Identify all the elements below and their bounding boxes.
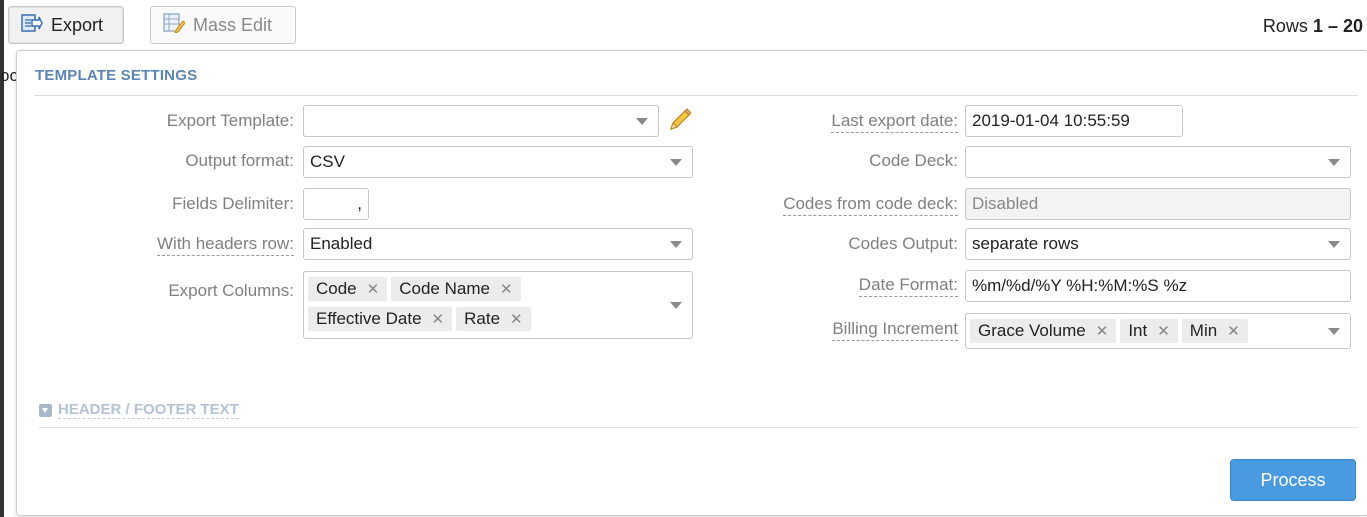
tag-label: Rate: [464, 309, 501, 328]
export-template-label: Export Template:: [166, 111, 294, 130]
code-deck-select[interactable]: [965, 146, 1351, 178]
mass-edit-button[interactable]: Mass Edit: [150, 6, 296, 44]
fields-delimiter-input[interactable]: ,: [303, 188, 369, 220]
remove-tag-icon[interactable]: ✕: [432, 310, 445, 328]
expand-icon: [39, 403, 52, 417]
export-columns-label: Export Columns:: [168, 281, 294, 300]
template-settings-title: TEMPLATE SETTINGS: [35, 67, 198, 84]
tag-int: Int ✕: [1120, 319, 1178, 343]
tag-label: Code Name: [399, 279, 490, 298]
remove-tag-icon[interactable]: ✕: [510, 310, 523, 328]
with-headers-row-value: Enabled: [310, 234, 373, 253]
with-headers-row-select[interactable]: Enabled: [303, 228, 693, 260]
header-footer-toggle[interactable]: HEADER / FOOTER TEXT: [39, 401, 239, 419]
cutoff-text: oc: [0, 66, 16, 85]
chevron-down-icon: [1328, 159, 1340, 166]
billing-increment-multiselect[interactable]: Grace Volume ✕ Int ✕ Min ✕: [965, 313, 1351, 349]
export-template-select[interactable]: [303, 105, 659, 137]
date-format-input[interactable]: %m/%d/%Y %H:%M:%S %z: [965, 270, 1351, 302]
last-export-date-value: 2019-01-04 10:55:59: [972, 111, 1130, 130]
chevron-down-icon: [636, 118, 648, 125]
date-format-label: Date Format:: [858, 275, 958, 297]
process-button[interactable]: Process: [1230, 459, 1356, 501]
export-button[interactable]: Export: [8, 6, 124, 44]
billing-increment-label: Billing Increment: [832, 319, 958, 341]
tag-grace-volume: Grace Volume ✕: [970, 319, 1117, 343]
chevron-down-icon: [670, 302, 682, 309]
export-columns-multiselect[interactable]: Code ✕ Code Name ✕ Effective Date ✕ Rate ✕: [303, 271, 693, 339]
output-format-select[interactable]: CSV: [303, 146, 693, 178]
tag-label: Grace Volume: [978, 321, 1086, 340]
fields-delimiter-value: ,: [357, 194, 362, 213]
tag-rate: Rate ✕: [456, 307, 531, 331]
codes-output-value: separate rows: [972, 234, 1079, 253]
last-export-date-input[interactable]: 2019-01-04 10:55:59: [965, 105, 1183, 137]
chevron-down-icon: [1328, 328, 1340, 335]
tag-code-name: Code Name ✕: [391, 277, 521, 301]
export-icon: [21, 13, 43, 38]
date-format-value: %m/%d/%Y %H:%M:%S %z: [972, 276, 1188, 295]
codes-from-code-deck-value: Disabled: [972, 194, 1039, 213]
chevron-down-icon: [670, 159, 682, 166]
codes-from-code-deck-label: Codes from code deck:: [783, 194, 958, 216]
with-headers-row-label: With headers row:: [157, 234, 294, 256]
mass-edit-button-label: Mass Edit: [193, 14, 273, 35]
code-deck-label: Code Deck:: [869, 151, 958, 170]
export-settings-panel: TEMPLATE SETTINGS Export Template: Outpu…: [16, 50, 1367, 516]
tag-label: Effective Date: [316, 309, 422, 328]
section-divider: [35, 95, 1358, 96]
last-export-date-label: Last export date:: [831, 111, 958, 133]
fields-delimiter-label: Fields Delimiter:: [172, 194, 294, 213]
remove-tag-icon[interactable]: ✕: [500, 280, 513, 298]
output-format-value: CSV: [310, 152, 345, 171]
codes-output-label: Codes Output:: [848, 234, 958, 253]
chevron-down-icon: [670, 241, 682, 248]
tag-min: Min ✕: [1181, 319, 1248, 343]
remove-tag-icon[interactable]: ✕: [367, 280, 380, 298]
remove-tag-icon[interactable]: ✕: [1096, 322, 1109, 340]
remove-tag-icon[interactable]: ✕: [1227, 322, 1240, 340]
tag-label: Code: [316, 279, 357, 298]
tag-effective-date: Effective Date ✕: [308, 307, 453, 331]
tag-label: Int: [1128, 321, 1148, 340]
mass-edit-icon: [163, 12, 186, 38]
tag-label: Min: [1189, 321, 1218, 340]
rows-prefix: Rows: [1262, 16, 1308, 36]
tag-code: Code ✕: [308, 277, 388, 301]
header-footer-divider: [39, 427, 1358, 428]
rows-counter: Rows 1 – 20: [1263, 16, 1363, 37]
remove-tag-icon[interactable]: ✕: [1157, 322, 1170, 340]
pencil-icon[interactable]: [667, 107, 693, 138]
chevron-down-icon: [1328, 241, 1340, 248]
output-format-label: Output format:: [185, 151, 294, 170]
export-button-label: Export: [51, 14, 104, 35]
rows-range: 1 – 20: [1312, 16, 1363, 36]
header-footer-title: HEADER / FOOTER TEXT: [58, 401, 239, 419]
codes-from-code-deck-field: Disabled: [965, 188, 1351, 220]
codes-output-select[interactable]: separate rows: [965, 228, 1351, 260]
